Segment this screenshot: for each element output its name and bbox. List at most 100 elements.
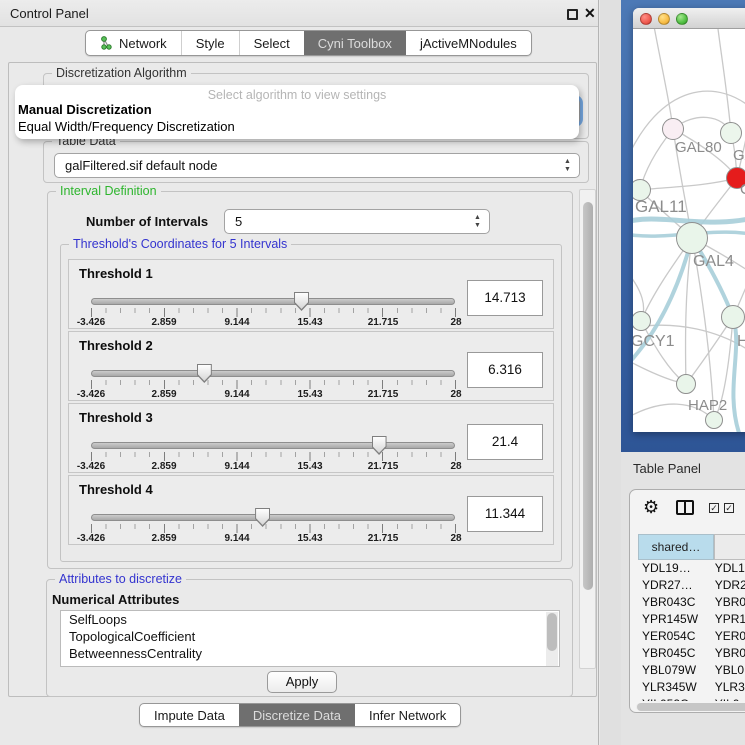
network-node-label: GA — [733, 147, 745, 164]
axis-ticks-major — [91, 380, 456, 389]
minimize-traffic-light-icon[interactable] — [658, 13, 670, 25]
tab-style[interactable]: Style — [181, 31, 239, 55]
tab-label: Cyni Toolbox — [318, 36, 392, 51]
tab-impute-data[interactable]: Impute Data — [140, 704, 239, 726]
axis-tick-label: 28 — [450, 533, 461, 544]
attribute-item[interactable]: BetweennessCentrality — [61, 645, 559, 662]
axis-tick-label: 9.144 — [224, 461, 249, 472]
threshold-slider[interactable]: -3.4262.8599.14415.4321.71528 — [91, 290, 455, 330]
table-cell: YDL19… — [638, 561, 715, 578]
control-panel: Control Panel ✕ Network Style Select Cyn… — [0, 0, 599, 745]
table-row[interactable]: YIL052CYIL0 — [638, 697, 745, 701]
slider-track[interactable] — [91, 442, 455, 449]
threshold-value-field[interactable]: 14.713 — [467, 280, 543, 316]
threshold-label: Threshold 3 — [79, 410, 153, 425]
scrollbar-thumb[interactable] — [547, 613, 557, 651]
network-node[interactable] — [662, 118, 684, 140]
table-row[interactable]: YLR345WYLR3 — [638, 680, 745, 697]
number-of-intervals-combobox[interactable]: 5 ▲▼ — [224, 209, 490, 234]
table-row[interactable]: YBR045CYBR0 — [638, 646, 745, 663]
table-data-group: Table Data galFiltered.sif default node … — [43, 141, 589, 183]
threshold-slider[interactable]: -3.4262.8599.14415.4321.71528 — [91, 434, 455, 474]
network-node-label: GCY1 — [633, 333, 675, 351]
tab-cyni-toolbox[interactable]: Cyni Toolbox — [304, 31, 406, 55]
tab-jactivemnodules[interactable]: jActiveMNodules — [406, 31, 531, 55]
slider-track[interactable] — [91, 370, 455, 377]
network-desktop: GAL80GACGAL11GAL4GCY1HHAP2 — [621, 0, 745, 452]
close-icon[interactable]: ✕ — [584, 5, 596, 22]
table-row[interactable]: YPR145WYPR1 — [638, 612, 745, 629]
apply-button[interactable]: Apply — [267, 671, 337, 693]
axis-ticks-major — [91, 452, 456, 461]
dropdown-option-equal-width[interactable]: Equal Width/Frequency Discretization — [18, 119, 235, 134]
table-data-combobox[interactable]: galFiltered.sif default node ▲▼ — [54, 153, 580, 178]
list-scrollbar[interactable] — [546, 612, 558, 667]
panel-title: Control Panel — [10, 6, 89, 21]
scrollbar-vertical[interactable] — [579, 189, 596, 669]
table-cell: YIL052C — [638, 697, 715, 701]
control-panel-tabs: Network Style Select Cyni Toolbox jActiv… — [85, 30, 532, 56]
attributes-list[interactable]: SelfLoopsTopologicalCoefficientBetweenne… — [60, 610, 560, 667]
group-title: Interval Definition — [56, 184, 161, 198]
threshold-panel: Threshold 3 -3.4262.8599.14415.4321.7152… — [68, 403, 554, 473]
gear-icon[interactable]: ⚙ — [643, 497, 659, 518]
tab-discretize-data[interactable]: Discretize Data — [239, 704, 355, 726]
table-cell: YLR3 — [715, 680, 745, 697]
dropdown-option-manual[interactable]: Manual Discretization — [18, 102, 152, 117]
table-cell: YER054C — [638, 629, 715, 646]
network-node[interactable] — [721, 305, 745, 329]
zoom-traffic-light-icon[interactable] — [676, 13, 688, 25]
table-row[interactable]: YDL19…YDL1 — [638, 561, 745, 578]
threshold-value-field[interactable]: 11.344 — [467, 496, 543, 532]
network-canvas[interactable]: GAL80GACGAL11GAL4GCY1HHAP2 — [633, 29, 745, 432]
spinner-icon[interactable]: ▲▼ — [473, 214, 482, 230]
attribute-item[interactable]: SelfLoops — [61, 611, 559, 628]
table-header-row: shared… n — [638, 534, 745, 560]
threshold-value-field[interactable]: 21.4 — [467, 424, 543, 460]
slider-track[interactable] — [91, 298, 455, 305]
threshold-label: Threshold 4 — [79, 482, 153, 497]
slider-track[interactable] — [91, 514, 455, 521]
column-header-shared-name[interactable]: shared… — [638, 534, 714, 560]
axis-tick-label: 28 — [450, 317, 461, 328]
table-cell: YBL0 — [715, 663, 745, 680]
scrollbar-thumb[interactable] — [637, 703, 745, 711]
column-settings-icon[interactable] — [676, 500, 694, 515]
float-window-icon[interactable] — [567, 9, 578, 20]
table-cell: YBR043C — [638, 595, 715, 612]
scrollbar-thumb[interactable] — [583, 202, 593, 590]
algorithm-hint: Select algorithm to view settings — [15, 88, 579, 102]
tab-infer-network[interactable]: Infer Network — [355, 704, 460, 726]
tab-label: Infer Network — [369, 708, 446, 723]
attribute-item[interactable]: TopologicalCoefficient — [61, 628, 559, 645]
table-panel-title: Table Panel — [633, 461, 701, 476]
tab-label: Discretize Data — [253, 708, 341, 723]
close-traffic-light-icon[interactable] — [640, 13, 652, 25]
network-node[interactable] — [720, 122, 742, 144]
tab-network[interactable]: Network — [86, 31, 181, 55]
tab-select[interactable]: Select — [239, 31, 304, 55]
table-row[interactable]: YDR27…YDR2 — [638, 578, 745, 595]
network-node[interactable] — [676, 374, 696, 394]
table-cell: YBR045C — [638, 646, 715, 663]
tab-label: jActiveMNodules — [420, 36, 517, 51]
numerical-attributes-label: Numerical Attributes — [52, 592, 179, 607]
threshold-slider[interactable]: -3.4262.8599.14415.4321.71528 — [91, 506, 455, 546]
checkbox-icon[interactable]: ✓ — [724, 503, 734, 513]
network-window-titlebar[interactable] — [633, 8, 745, 29]
scrollbar-horizontal[interactable] — [636, 703, 745, 711]
axis-tick-label: -3.426 — [77, 317, 105, 328]
spinner-icon[interactable]: ▲▼ — [563, 158, 572, 174]
network-node[interactable] — [676, 222, 708, 254]
table-panel-header: Table Panel — [621, 452, 745, 485]
table-row[interactable]: YBL079WYBL0 — [638, 663, 745, 680]
column-header-name[interactable]: n — [714, 534, 745, 560]
threshold-label: Threshold 2 — [79, 338, 153, 353]
checkbox-icon[interactable]: ✓ — [709, 503, 719, 513]
threshold-panel: Threshold 1 -3.4262.8599.14415.4321.7152… — [68, 259, 554, 329]
threshold-value-field[interactable]: 6.316 — [467, 352, 543, 388]
table-row[interactable]: YER054CYER0 — [638, 629, 745, 646]
table-row[interactable]: YBR043CYBR0 — [638, 595, 745, 612]
threshold-slider[interactable]: -3.4262.8599.14415.4321.71528 — [91, 362, 455, 402]
panel-divider[interactable] — [600, 0, 621, 745]
